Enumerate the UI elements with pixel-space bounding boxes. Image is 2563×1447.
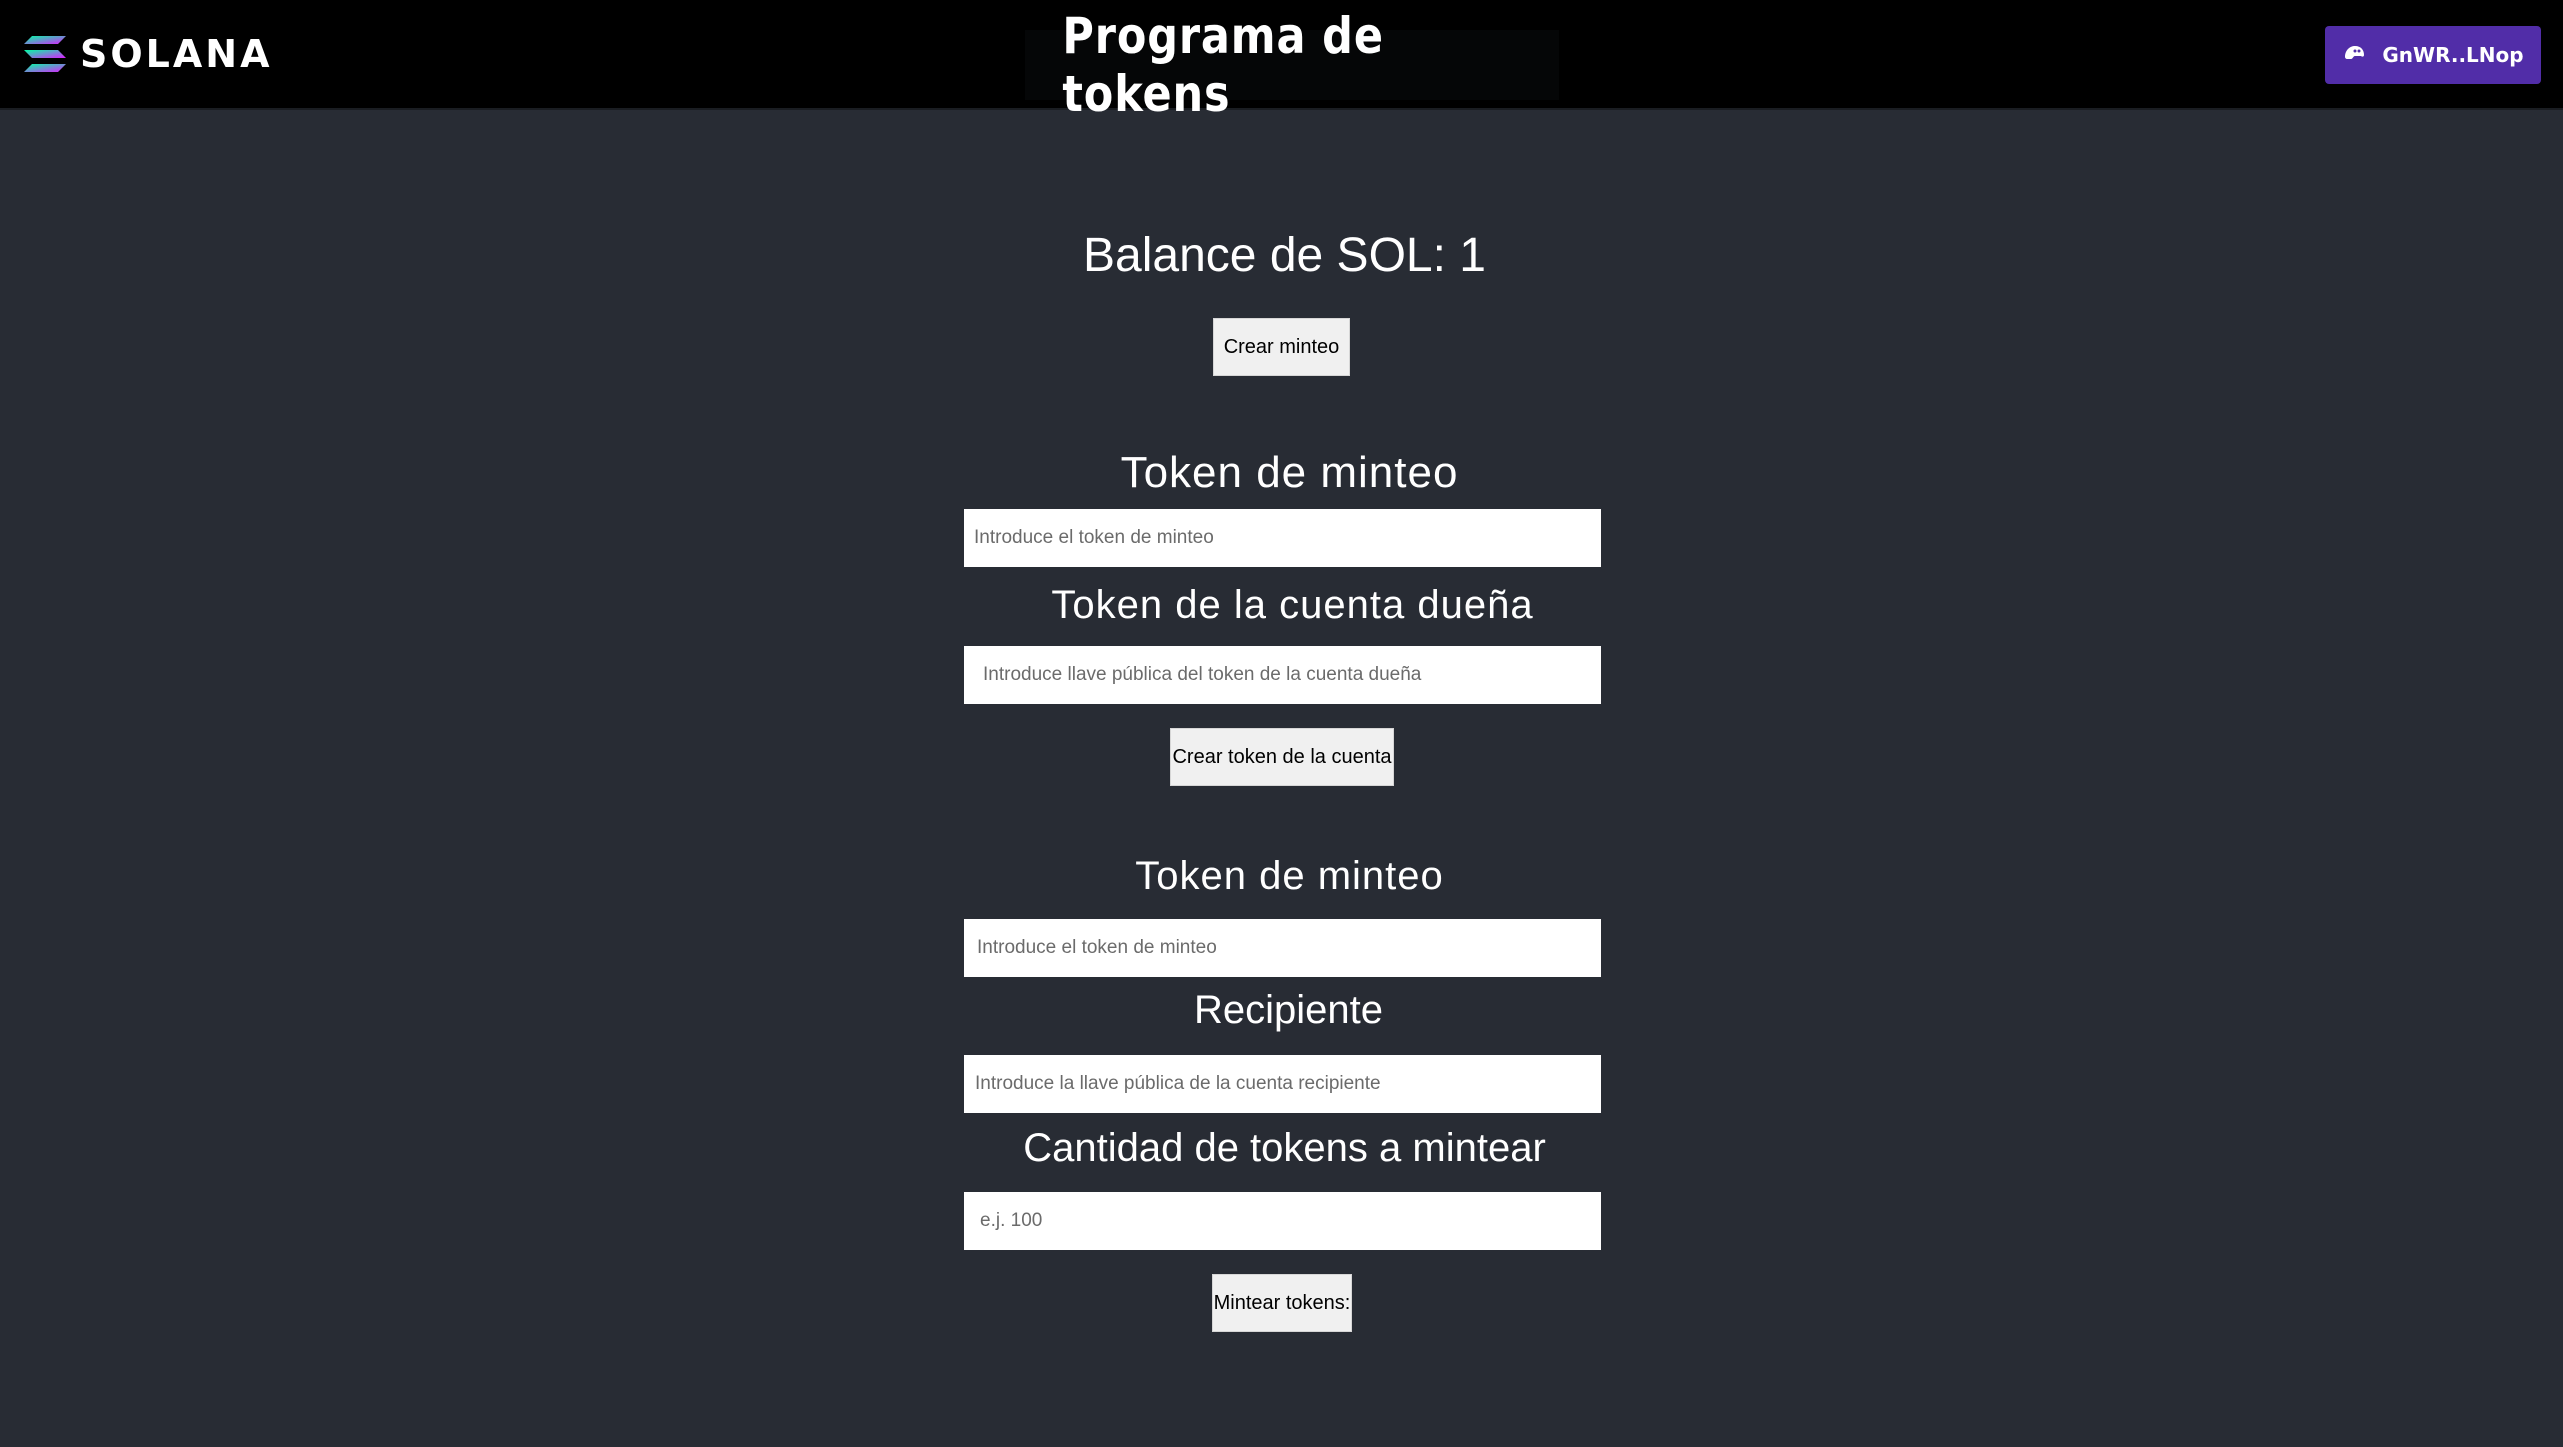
- account-mint-heading: Token de minteo: [1120, 448, 1459, 497]
- phantom-wallet-icon: [2345, 46, 2365, 59]
- sol-balance: Balance de SOL: 1: [1083, 229, 1486, 282]
- wallet-address: GnWR..LNop: [2382, 43, 2524, 67]
- recipient-heading: Recipiente: [1193, 988, 1383, 1032]
- owner-account-heading: Token de la cuenta dueña: [1051, 583, 1534, 627]
- page-title-box: Programa de tokens: [1025, 7, 1559, 123]
- recipient-input[interactable]: [964, 1055, 1601, 1113]
- create-mint-button[interactable]: Crear minteo: [1213, 318, 1350, 376]
- page-title: Programa de tokens: [1062, 7, 1384, 123]
- owner-account-input[interactable]: [964, 646, 1601, 704]
- amount-heading: Cantidad de tokens a mintear: [1023, 1126, 1546, 1170]
- logo-text: SOLANA: [80, 32, 273, 76]
- wallet-button[interactable]: GnWR..LNop: [2325, 26, 2541, 84]
- solana-logo[interactable]: SOLANA: [24, 34, 273, 74]
- create-token-account-button[interactable]: Crear token de la cuenta: [1170, 728, 1394, 786]
- top-bar: SOLANA Programa de tokens GnWR..LNop: [0, 0, 2563, 123]
- mint-tokens-mint-heading: Token de minteo: [1135, 854, 1444, 898]
- solana-logo-icon: [24, 36, 66, 72]
- mint-tokens-mint-input[interactable]: [964, 919, 1601, 977]
- mint-tokens-button[interactable]: Mintear tokens:: [1212, 1274, 1352, 1332]
- amount-input[interactable]: [964, 1192, 1601, 1250]
- account-mint-input[interactable]: [964, 509, 1601, 567]
